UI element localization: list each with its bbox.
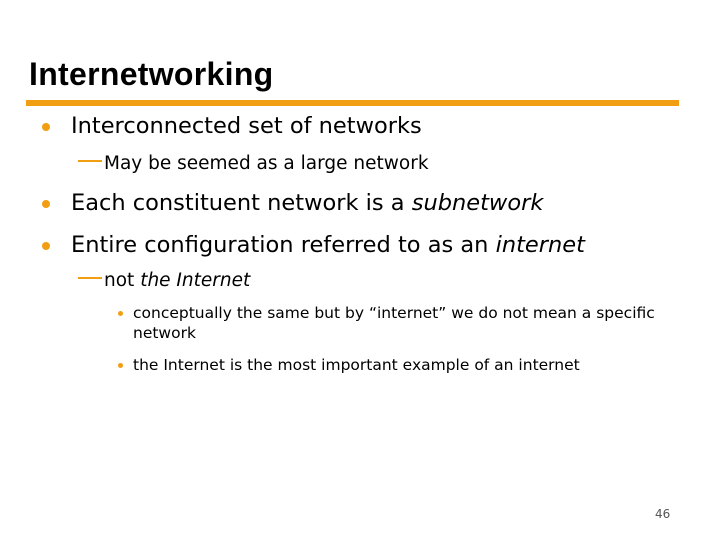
sub-sub-bullet-item: the Internet is the most important examp… bbox=[118, 355, 658, 375]
sub-bullet-item: not the Internet bbox=[78, 270, 250, 291]
bullet-dot-icon bbox=[42, 123, 50, 131]
dash-icon bbox=[78, 160, 102, 162]
sub-sub-bullet-item: conceptually the same but by “internet” … bbox=[118, 303, 658, 343]
sub-bullet-item: May be seemed as a large network bbox=[78, 153, 429, 174]
sub-bullet-text-italic: the Internet bbox=[140, 270, 251, 291]
title-underline bbox=[26, 100, 679, 106]
sub-bullet-text: May be seemed as a large network bbox=[104, 153, 429, 174]
sub-sub-bullet-text: the Internet is the most important examp… bbox=[133, 356, 580, 374]
bullet-text-plain: Entire configuration referred to as an bbox=[71, 232, 496, 258]
bullet-dot-icon bbox=[42, 200, 50, 208]
bullet-dot-icon bbox=[118, 363, 123, 368]
sub-bullet-text-plain: not bbox=[104, 270, 141, 291]
bullet-text: Each constituent network is a subnetwork bbox=[71, 190, 543, 216]
sub-sub-bullet-text: conceptually the same but by “internet” … bbox=[133, 304, 655, 342]
bullet-text-plain: Each constituent network is a bbox=[71, 190, 412, 216]
slide-title: Internetworking bbox=[29, 56, 274, 92]
bullet-text-italic: internet bbox=[495, 232, 585, 258]
bullet-dot-icon bbox=[42, 242, 50, 250]
bullet-text: Interconnected set of networks bbox=[71, 113, 422, 139]
bullet-dot-icon bbox=[118, 311, 123, 316]
dash-icon bbox=[78, 277, 102, 279]
page-number: 46 bbox=[655, 507, 671, 521]
bullet-text-italic: subnetwork bbox=[411, 190, 544, 216]
bullet-text: Entire configuration referred to as an i… bbox=[71, 232, 585, 258]
